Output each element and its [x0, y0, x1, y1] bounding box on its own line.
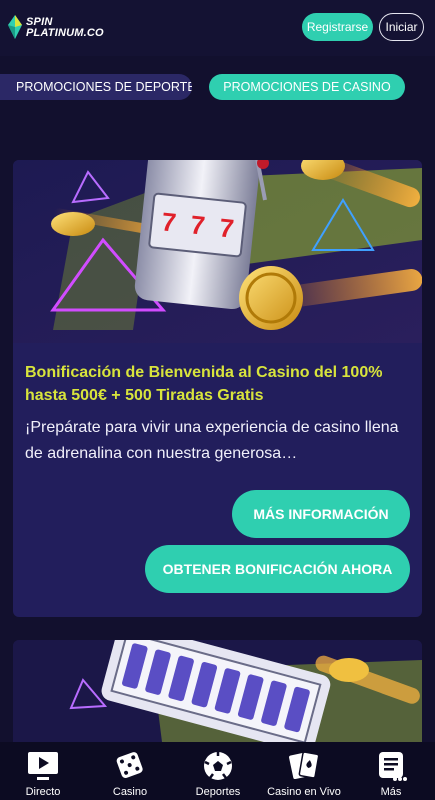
promo-title: Bonificación de Bienvenida al Casino del… [25, 364, 383, 404]
logo-text: SPIN PLATINUM.CO [26, 17, 104, 39]
more-info-button[interactable]: MÁS INFORMACIÓN [232, 490, 410, 538]
nav-item-directo[interactable]: Directo [18, 742, 68, 800]
register-button[interactable]: Registrarse [302, 13, 373, 41]
promo-hero-image: 7 7 7 [13, 160, 422, 343]
nav-label-mas: Más [380, 786, 402, 798]
spinplatinum-logo[interactable]: SPIN PLATINUM.CO [8, 13, 118, 43]
nav-label-deportes: Deportes [195, 786, 241, 798]
promo-hero-image-2 [13, 640, 422, 750]
more-menu-icon [379, 752, 407, 781]
tab-sports-promotions[interactable]: PROMOCIONES DE DEPORTE [0, 74, 192, 100]
promo-description: ¡Prepárate para vivir una experiencia de… [25, 419, 399, 462]
top-header: SPIN PLATINUM.CO Registrarse Iniciar [0, 0, 435, 56]
nav-item-casino-en-vivo[interactable]: Casino en Vivo [266, 742, 342, 800]
nav-label-directo: Directo [25, 786, 61, 798]
dice-icon [116, 752, 143, 779]
nav-item-deportes[interactable]: Deportes [192, 742, 244, 800]
tv-play-icon [28, 752, 58, 780]
nav-item-casino[interactable]: Casino [105, 742, 155, 800]
promo-card-2 [13, 640, 422, 750]
claim-bonus-button[interactable]: OBTENER BONIFICACIÓN AHORA [145, 545, 410, 593]
nav-label-casino: Casino [112, 786, 148, 798]
promo-card: 7 7 7 Bonificación de Bienvenida al Casi… [13, 160, 422, 617]
diamond-logo-icon [8, 15, 22, 39]
nav-label-casino-en-vivo: Casino en Vivo [267, 786, 341, 798]
slot-machine-illustration: 7 7 7 [13, 160, 422, 343]
soccer-ball-icon [204, 752, 232, 780]
login-button[interactable]: Iniciar [379, 13, 424, 41]
nav-item-mas[interactable]: Más [368, 742, 414, 800]
logo-line-2: PLATINUM.CO [26, 27, 104, 39]
bottom-navigation: Directo Casino Deportes Casino en Vivo M… [0, 742, 435, 800]
tab-casino-promotions[interactable]: PROMOCIONES DE CASINO [209, 74, 405, 100]
playing-cards-icon [289, 751, 320, 780]
